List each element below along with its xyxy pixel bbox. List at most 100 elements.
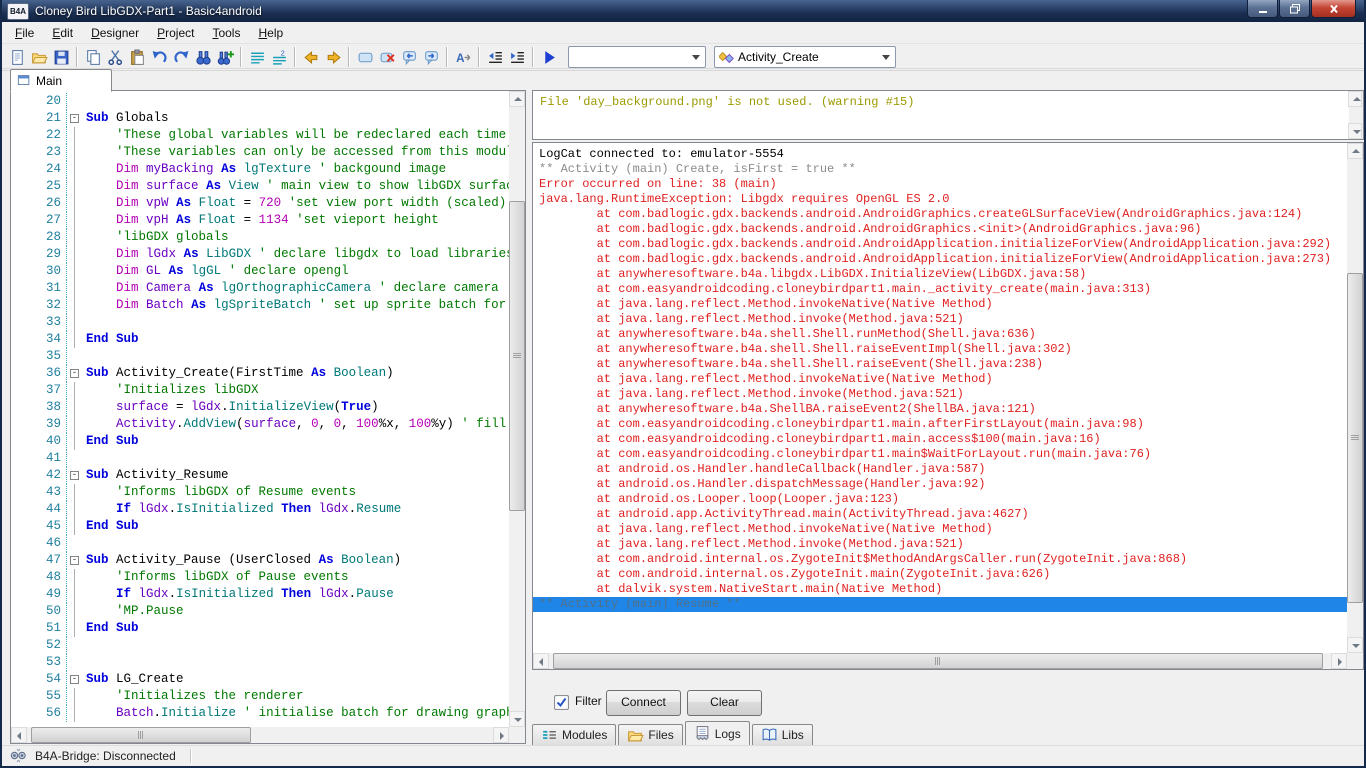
code-line[interactable]: 35 <box>11 348 509 365</box>
code-line[interactable]: 39 Activity.AddView(surface, 0, 0, 100%x… <box>11 416 509 433</box>
log-line-selected[interactable]: ** Activity (main) Resume ** <box>533 597 1347 612</box>
find-button[interactable] <box>192 46 214 68</box>
scroll-down-arrow[interactable] <box>1348 123 1362 139</box>
tab-files[interactable]: Files <box>618 724 682 745</box>
log-line[interactable]: at anywheresoftware.b4a.shell.Shell.rais… <box>533 342 1347 357</box>
scroll-down-arrow[interactable] <box>1347 637 1363 653</box>
log-line[interactable]: at java.lang.reflect.Method.invokeNative… <box>533 522 1347 537</box>
editor-vertical-scrollbar[interactable] <box>509 91 525 727</box>
comment-add-button[interactable] <box>398 46 420 68</box>
collapse-box-icon[interactable]: - <box>70 114 79 123</box>
log-line[interactable]: at com.android.internal.os.ZygoteInit$Me… <box>533 552 1347 567</box>
menu-edit[interactable]: Edit <box>43 23 82 43</box>
nav-back-button[interactable] <box>300 46 322 68</box>
log-line[interactable]: at anywheresoftware.b4a.libgdx.LibGDX.In… <box>533 267 1347 282</box>
collapse-box-icon[interactable]: - <box>70 471 79 480</box>
code-line[interactable]: 52 <box>11 637 509 654</box>
quick-search-combobox[interactable] <box>568 46 706 68</box>
copy-button[interactable] <box>82 46 104 68</box>
code-line[interactable]: 40End Sub <box>11 433 509 450</box>
code-line[interactable]: 22 'These global variables will be redec… <box>11 127 509 144</box>
scroll-left-arrow[interactable] <box>11 727 27 743</box>
log-line[interactable]: at com.badlogic.gdx.backends.android.And… <box>533 222 1347 237</box>
maximize-button[interactable] <box>1279 0 1310 18</box>
collapse-box-icon[interactable]: - <box>70 369 79 378</box>
code-line[interactable]: 51End Sub <box>11 620 509 637</box>
log-line[interactable]: at dalvik.system.NativeStart.main(Native… <box>533 582 1347 597</box>
new-file-button[interactable] <box>6 46 28 68</box>
log-line[interactable]: at android.os.Handler.dispatchMessage(Ha… <box>533 477 1347 492</box>
log-hscroll-thumb[interactable] <box>553 653 1323 669</box>
code-line[interactable]: 36-Sub Activity_Create(FirstTime As Bool… <box>11 365 509 382</box>
code-line[interactable]: 24 Dim myBacking As lgTexture ' backgoun… <box>11 161 509 178</box>
warnings-scrollbar[interactable] <box>1349 91 1363 139</box>
menu-designer[interactable]: Designer <box>82 23 148 43</box>
code-line[interactable]: 29 Dim lGdx As LibGDX ' declare libgdx t… <box>11 246 509 263</box>
log-line[interactable]: LogCat connected to: emulator-5554 <box>533 147 1347 162</box>
code-line[interactable]: 20 <box>11 93 509 110</box>
code-line[interactable]: 38 surface = lGdx.InitializeView(True) <box>11 399 509 416</box>
code-line[interactable]: 49 If lGdx.IsInitialized Then lGdx.Pause <box>11 586 509 603</box>
scroll-left-arrow[interactable] <box>533 653 549 669</box>
code-line[interactable]: 56 Batch.Initialize ' initialise batch f… <box>11 705 509 722</box>
log-line[interactable]: at java.lang.reflect.Method.invoke(Metho… <box>533 387 1347 402</box>
log-horizontal-scrollbar[interactable] <box>533 653 1347 669</box>
log-line[interactable]: at anywheresoftware.b4a.ShellBA.raiseEve… <box>533 402 1347 417</box>
scroll-right-arrow[interactable] <box>1331 653 1347 669</box>
tab-libs[interactable]: Libs <box>752 724 813 745</box>
log-line[interactable]: at java.lang.reflect.Method.invoke(Metho… <box>533 537 1347 552</box>
code-line[interactable]: 21-Sub Globals <box>11 110 509 127</box>
menu-tools[interactable]: Tools <box>203 23 249 43</box>
log-line[interactable]: at android.os.Handler.handleCallback(Han… <box>533 462 1347 477</box>
code-line[interactable]: 53 <box>11 654 509 671</box>
log-line[interactable]: at com.badlogic.gdx.backends.android.And… <box>533 252 1347 267</box>
connect-button[interactable]: Connect <box>606 690 681 716</box>
code-line[interactable]: 41 <box>11 450 509 467</box>
code-line[interactable]: 28 'libGDX globals <box>11 229 509 246</box>
menu-file[interactable]: File <box>6 23 43 43</box>
tab-modules[interactable]: Modules <box>532 724 616 745</box>
log-line[interactable]: at anywheresoftware.b4a.shell.Shell.rais… <box>533 357 1347 372</box>
code-line[interactable]: 50 'MP.Pause <box>11 603 509 620</box>
editor-horizontal-scrollbar[interactable] <box>11 727 509 743</box>
undo-button[interactable] <box>148 46 170 68</box>
rename-button[interactable]: A <box>452 46 474 68</box>
log-vertical-scrollbar[interactable] <box>1347 143 1363 653</box>
log-line[interactable]: java.lang.RuntimeException: Libgdx requi… <box>533 192 1347 207</box>
collapse-box-icon[interactable]: - <box>70 556 79 565</box>
log-vscroll-thumb[interactable] <box>1347 273 1363 603</box>
code-line[interactable]: 54-Sub LG_Create <box>11 671 509 688</box>
editor-vscroll-thumb[interactable] <box>509 201 525 511</box>
nav-forward-button[interactable] <box>322 46 344 68</box>
code-line[interactable]: 31 Dim Camera As lgOrthographicCamera ' … <box>11 280 509 297</box>
close-button[interactable] <box>1311 0 1356 18</box>
redo-button[interactable] <box>170 46 192 68</box>
save-file-button[interactable] <box>50 46 72 68</box>
code-line[interactable]: 47-Sub Activity_Pause (UserClosed As Boo… <box>11 552 509 569</box>
log-line[interactable]: at com.easyandroidcoding.cloneybirdpart1… <box>533 417 1347 432</box>
log-line[interactable]: Error occurred on line: 38 (main) <box>533 177 1347 192</box>
log-line[interactable]: at com.easyandroidcoding.cloneybirdpart1… <box>533 282 1347 297</box>
region-delete-button[interactable] <box>376 46 398 68</box>
code-line[interactable]: 43 'Informs libGDX of Resume events <box>11 484 509 501</box>
code-line[interactable]: 44 If lGdx.IsInitialized Then lGdx.Resum… <box>11 501 509 518</box>
log-line[interactable]: at java.lang.reflect.Method.invoke(Metho… <box>533 312 1347 327</box>
log-line[interactable]: at com.android.internal.os.ZygoteInit.ma… <box>533 567 1347 582</box>
log-line[interactable]: at com.badlogic.gdx.backends.android.And… <box>533 237 1347 252</box>
code-line[interactable]: 30 Dim GL As lgGL ' declare opengl <box>11 263 509 280</box>
find-next-button[interactable] <box>214 46 236 68</box>
comment-remove-button[interactable] <box>420 46 442 68</box>
log-line[interactable]: at android.os.Looper.loop(Looper.java:12… <box>533 492 1347 507</box>
scroll-up-arrow[interactable] <box>1347 143 1363 159</box>
scroll-down-arrow[interactable] <box>509 711 525 727</box>
scroll-up-arrow[interactable] <box>509 91 525 107</box>
menu-help[interactable]: Help <box>249 23 292 43</box>
code-line[interactable]: 26 Dim vpW As Float = 720 'set view port… <box>11 195 509 212</box>
scroll-up-arrow[interactable] <box>1348 91 1362 107</box>
log-line[interactable]: at com.easyandroidcoding.cloneybirdpart1… <box>533 432 1347 447</box>
log-line[interactable]: at android.app.ActivityThread.main(Activ… <box>533 507 1347 522</box>
log-line[interactable]: at java.lang.reflect.Method.invokeNative… <box>533 297 1347 312</box>
editor-hscroll-thumb[interactable] <box>31 727 251 743</box>
outdent-button[interactable] <box>484 46 506 68</box>
log-line[interactable]: ** Activity (main) Create, isFirst = tru… <box>533 162 1347 177</box>
